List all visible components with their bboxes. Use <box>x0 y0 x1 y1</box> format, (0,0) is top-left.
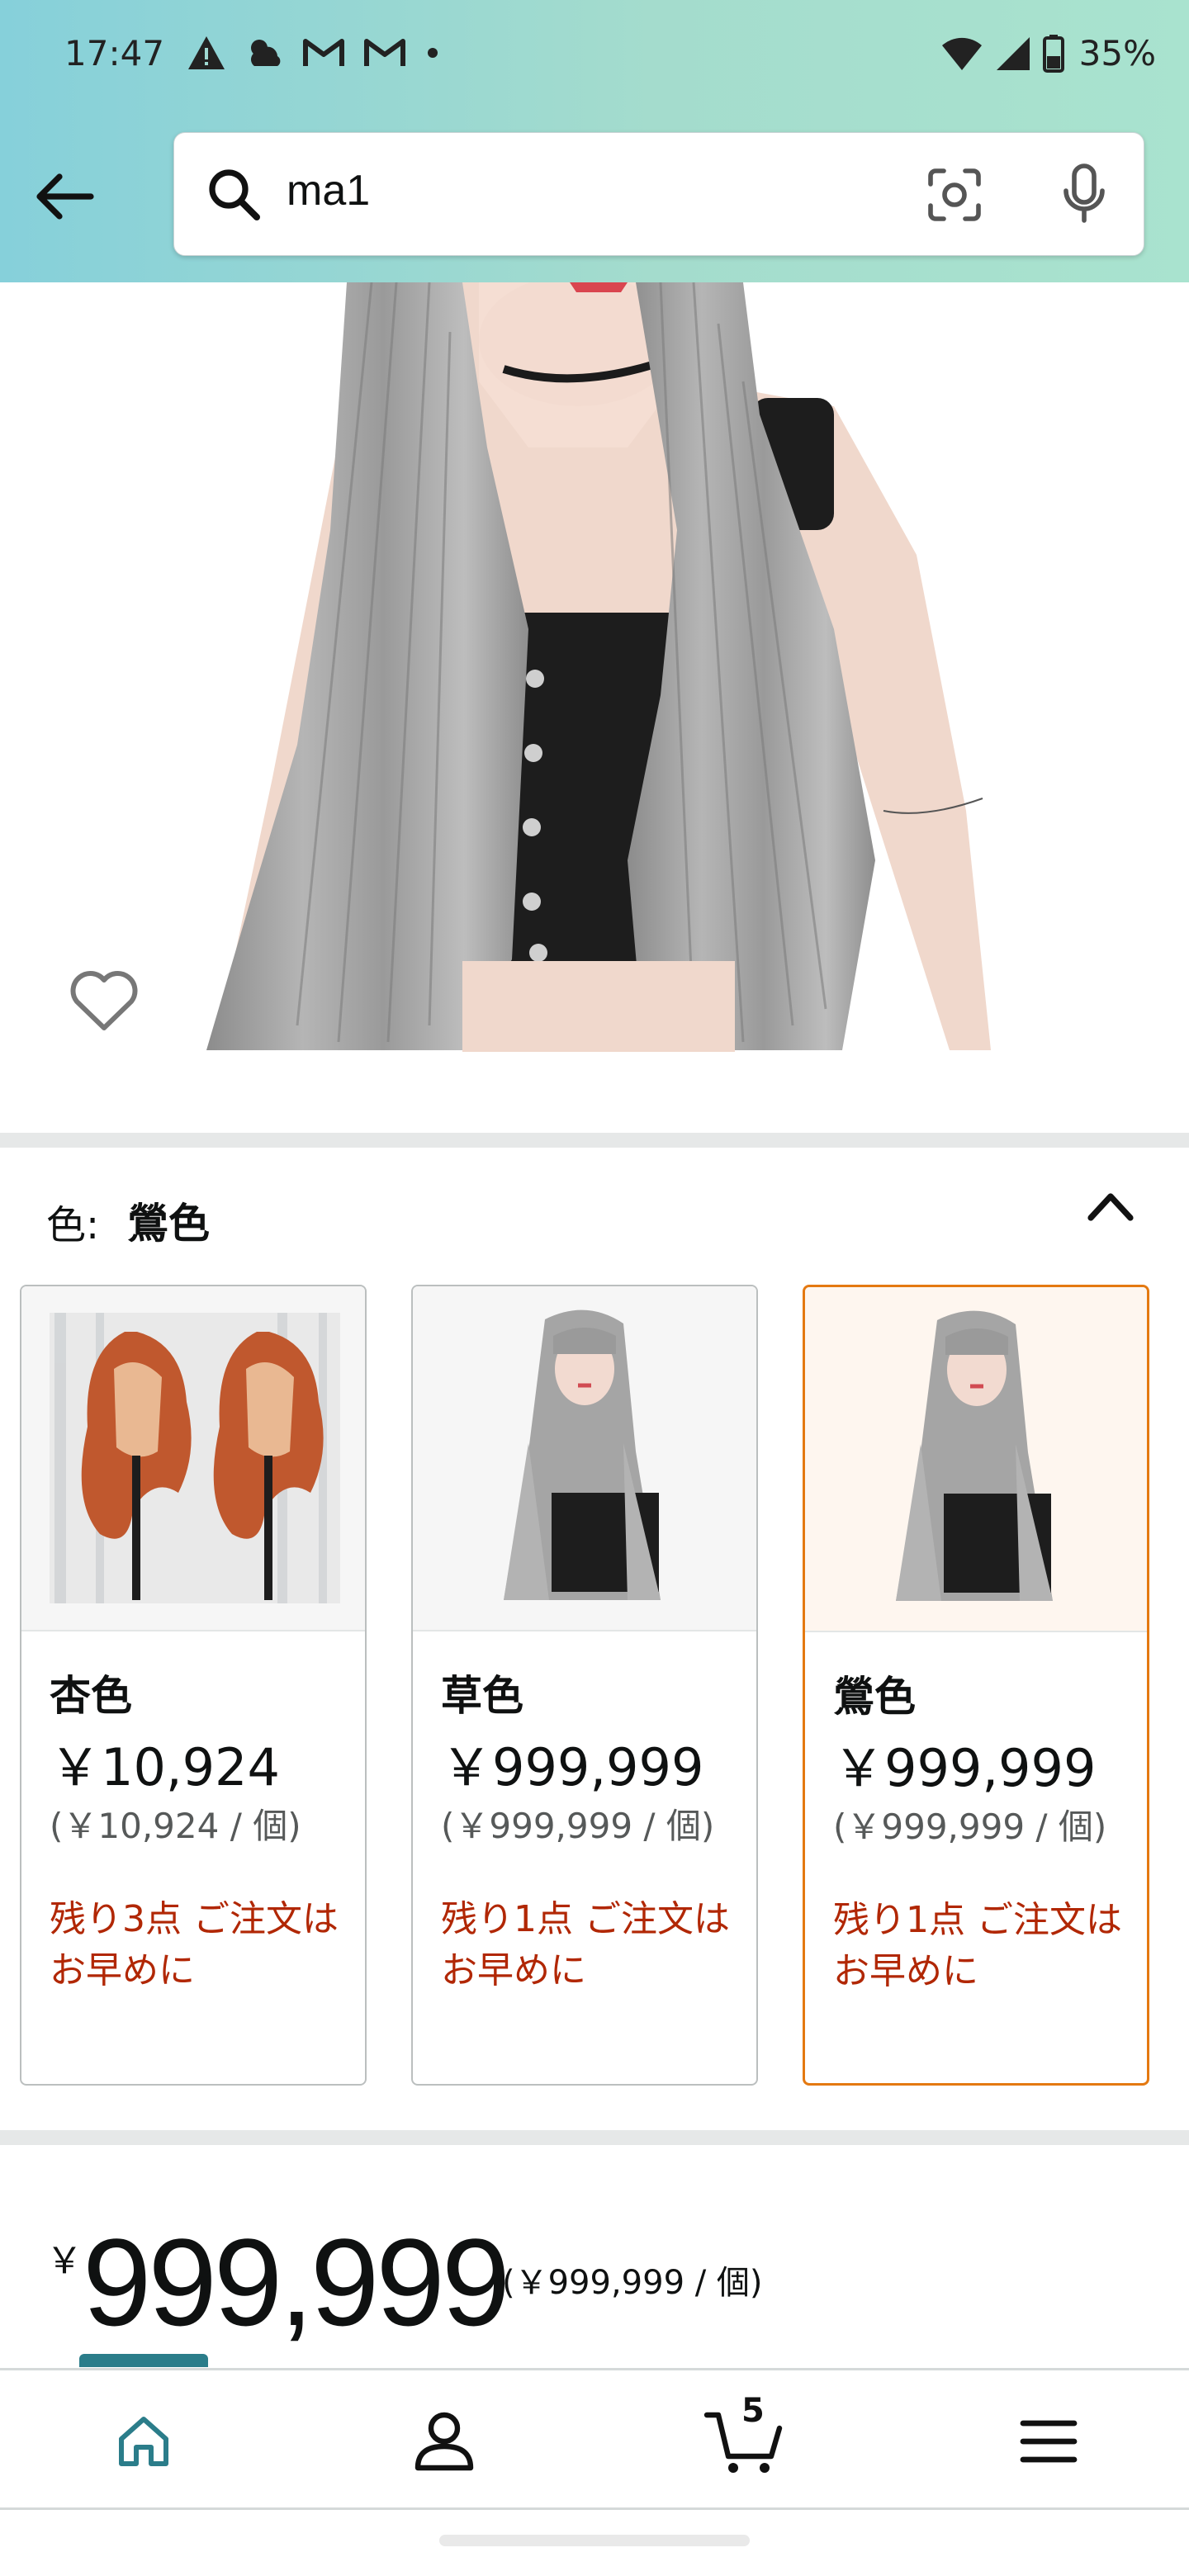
variation-thumbnail <box>413 1286 756 1631</box>
bottom-navigation: 5 <box>0 2354 1189 2510</box>
warning-icon <box>187 35 226 71</box>
back-arrow-icon <box>36 173 94 220</box>
chevron-up-icon <box>1087 1193 1134 1221</box>
cart-count-badge: 5 <box>741 2392 765 2430</box>
back-button[interactable] <box>30 162 99 231</box>
section-divider <box>0 1133 1189 1148</box>
account-icon <box>414 2412 474 2471</box>
weather-icon <box>244 35 284 71</box>
variation-option-card-selected[interactable]: 鶯色 ￥999,999 (￥999,999 / 個) 残り1点 ご注文はお早めに <box>803 1285 1149 2086</box>
camera-lens-icon[interactable] <box>922 163 987 227</box>
variation-unit-price: (￥999,999 / 個) <box>441 1806 715 1846</box>
signal-icon <box>995 36 1031 72</box>
variation-name: 草色 <box>441 1672 523 1720</box>
variation-price: ￥999,999 <box>833 1738 1097 1798</box>
nav-home[interactable] <box>102 2400 185 2483</box>
wifi-icon <box>940 36 983 72</box>
variation-unit-price: (￥999,999 / 個) <box>833 1807 1107 1847</box>
variation-stock-notice: 残り1点 ご注文はお早めに <box>441 1898 730 1991</box>
price-unit: (￥999,999 / 個) <box>502 2264 763 2302</box>
variation-thumbnail <box>21 1286 365 1631</box>
active-tab-indicator <box>79 2354 208 2367</box>
status-bar: 17:47 35% <box>0 0 1189 107</box>
section-divider <box>0 2130 1189 2145</box>
heart-icon <box>70 971 138 1030</box>
price-amount: 999,999 <box>83 2213 510 2351</box>
home-icon <box>119 2417 168 2466</box>
price-currency-symbol: ￥ <box>46 2240 83 2282</box>
variation-option-card[interactable]: 杏色 ￥10,924 (￥10,924 / 個) 残り3点 ご注文はお早めに <box>20 1285 367 2086</box>
variation-label: 色: <box>46 1202 100 1248</box>
search-input[interactable]: ma1 <box>287 166 370 215</box>
status-time: 17:47 <box>64 33 165 73</box>
product-image[interactable] <box>0 282 1189 1133</box>
wishlist-button[interactable] <box>63 959 145 1042</box>
system-icons: 35% <box>940 33 1156 73</box>
collapse-button[interactable] <box>1082 1177 1139 1235</box>
notification-icons <box>187 35 441 71</box>
product-photo <box>0 282 1189 1133</box>
variation-selected-value: 鶯色 <box>127 1200 210 1248</box>
variation-options: 杏色 ￥10,924 (￥10,924 / 個) 残り3点 ご注文はお早めに 草… <box>20 1285 1176 2086</box>
variation-name: 杏色 <box>50 1672 132 1720</box>
variation-thumbnail <box>805 1287 1147 1632</box>
variation-price: ￥10,924 <box>50 1737 280 1797</box>
microphone-icon[interactable] <box>1049 159 1119 229</box>
variation-stock-notice: 残り1点 ご注文はお早めに <box>833 1899 1122 1992</box>
variation-stock-notice: 残り3点 ご注文はお早めに <box>50 1898 339 1991</box>
gmail-icon <box>363 36 406 69</box>
nav-menu[interactable] <box>1007 2400 1090 2483</box>
gesture-bar[interactable] <box>439 2535 750 2546</box>
menu-icon <box>1020 2420 1078 2463</box>
battery-percent: 35% <box>1078 33 1156 73</box>
nav-account[interactable] <box>403 2400 486 2483</box>
dot-icon <box>424 45 441 61</box>
app-header: 17:47 35% ma1 <box>0 0 1189 282</box>
variation-price: ￥999,999 <box>441 1737 704 1797</box>
variation-option-card[interactable]: 草色 ￥999,999 (￥999,999 / 個) 残り1点 ご注文はお早めに <box>411 1285 758 2086</box>
gmail-icon <box>302 36 345 69</box>
nav-cart[interactable]: 5 <box>703 2392 786 2483</box>
battery-icon <box>1042 34 1064 73</box>
variation-name: 鶯色 <box>833 1673 916 1721</box>
variation-unit-price: (￥10,924 / 個) <box>50 1806 301 1846</box>
variation-header[interactable]: 色: 鶯色 <box>0 1154 1189 1286</box>
search-icon <box>202 163 267 227</box>
search-bar[interactable]: ma1 <box>173 132 1144 256</box>
price-section: ￥ 999,999 (￥999,999 / 個) <box>0 2148 1189 2370</box>
